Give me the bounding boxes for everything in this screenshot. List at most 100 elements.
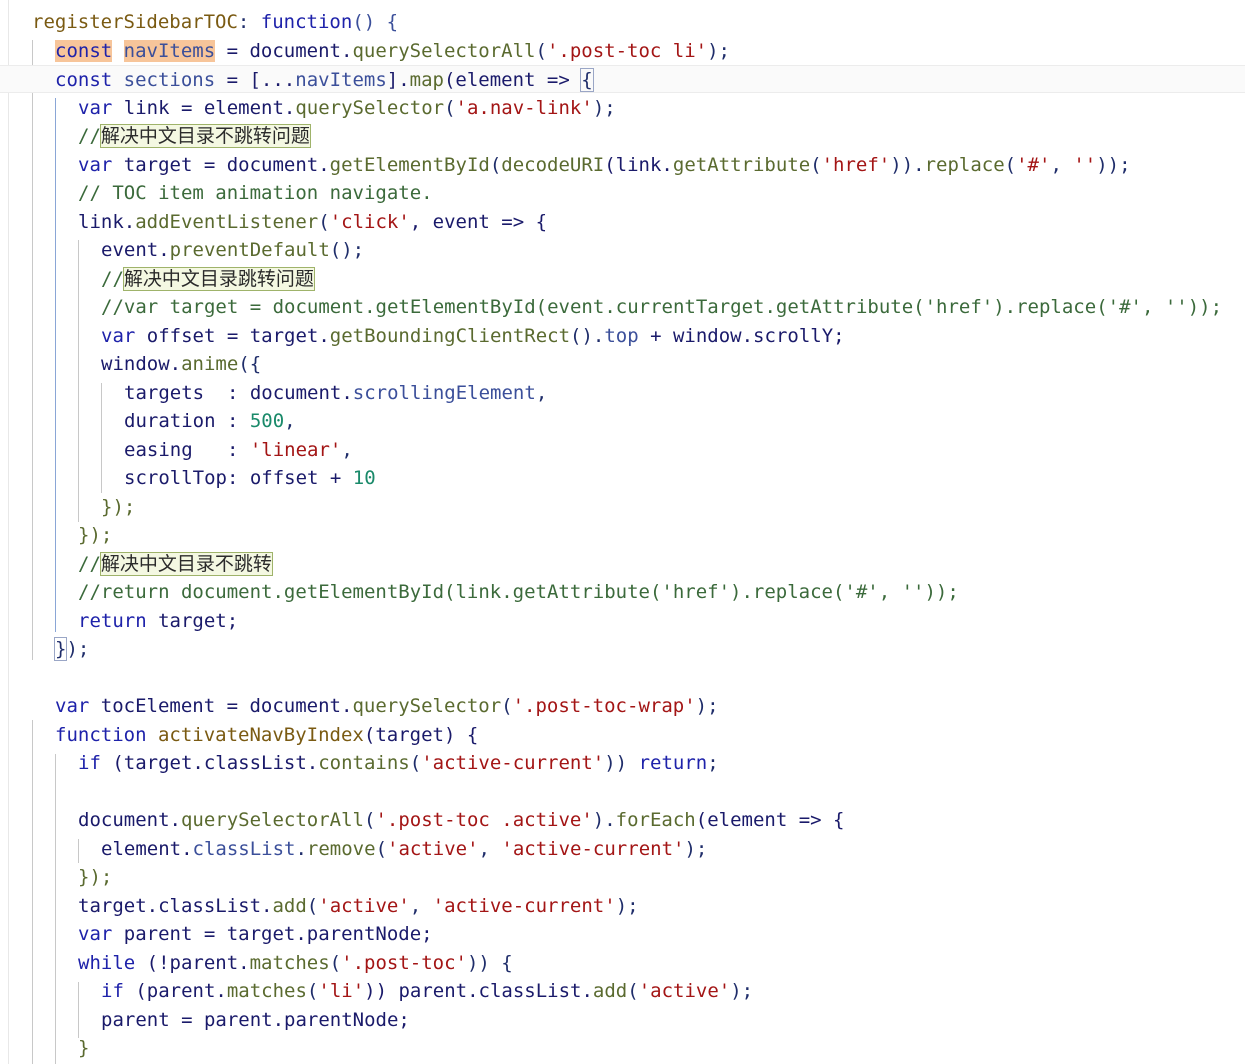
code-token: function [260,11,353,33]
code-token: 'active' [318,895,410,917]
code-line[interactable]: var tocElement = document.querySelector(… [0,692,1245,720]
code-token: duration : [124,410,250,432]
code-token: ); [592,97,616,119]
code-line[interactable]: duration : 500, [0,407,1245,435]
code-token: ( [1004,154,1017,176]
code-line[interactable]: while (!parent.matches('.post-toc')) { [0,949,1245,977]
code-token: }); [78,866,113,888]
code-line[interactable]: var parent = target.parentNode; [0,920,1245,948]
code-token: querySelector [352,695,502,717]
code-token: offset = target. [135,325,330,347]
code-line[interactable]: event.preventDefault(); [0,236,1245,264]
code-token: '.post-toc-wrap' [512,695,696,717]
code-line[interactable]: registerSidebarTOC: function() { [0,8,1245,36]
code-token: ( [489,154,502,176]
code-token: window. [101,353,182,375]
code-token: '' [1073,154,1097,176]
code-line[interactable]: //解决中文目录跳转问题 [0,265,1245,293]
code-line[interactable]: return target; [0,607,1245,635]
code-token: (target) { [363,724,479,746]
code-token: ( [363,809,376,831]
code-line[interactable]: document.querySelectorAll('.post-toc .ac… [0,806,1245,834]
code-line[interactable]: // TOC item animation navigate. [0,179,1245,207]
code-line[interactable]: targets : document.scrollingElement, [0,379,1245,407]
code-token: ( [535,40,547,62]
code-token: target; [146,610,239,632]
code-token: navItems [295,69,387,91]
code-token: (element => [443,69,582,91]
code-token: querySelectorAll [352,40,536,62]
code-token: , [341,439,353,461]
code-line[interactable]: function activateNavByIndex(target) { [0,721,1245,749]
code-token: var [78,923,113,945]
code-token: + window.scrollY; [638,325,845,347]
code-token: ( [318,211,330,233]
code-line[interactable]: }); [0,493,1245,521]
comment-highlight: 解决中文目录跳转问题 [122,267,315,291]
code-line[interactable]: scrollTop: offset + 10 [0,464,1245,492]
code-line[interactable]: var link = element.querySelector('a.nav-… [0,94,1245,122]
code-token: querySelector [295,97,445,119]
code-line[interactable]: var target = document.getElementById(dec… [0,151,1245,179]
code-token: sections [123,69,216,91]
code-token: contains [318,752,410,774]
code-token: : [237,11,261,33]
code-token: ( [306,895,319,917]
code-token: ); [695,695,719,717]
code-token: link. [78,211,136,233]
code-line[interactable]: var offset = target.getBoundingClientRec… [0,322,1245,350]
matched-brace: } [53,637,68,661]
code-comment: // TOC item animation navigate. [78,182,433,204]
code-token: (parent. [123,980,227,1002]
code-token: (element => { [695,809,845,831]
code-line[interactable]: }); [0,521,1245,549]
code-line[interactable]: link.addEventListener('click', event => … [0,208,1245,236]
code-token: add [592,980,628,1002]
code-token: getElementById [329,154,490,176]
code-line[interactable]: easing : 'linear', [0,436,1245,464]
code-line[interactable]: if (parent.matches('li')) parent.classLi… [0,977,1245,1005]
code-token: ; [707,752,719,774]
code-line[interactable]: const navItems = document.querySelectorA… [0,37,1245,65]
code-line[interactable]: element.classList.remove('active', 'acti… [0,835,1245,863]
code-token: 10 [352,467,376,489]
code-line[interactable]: //解决中文目录不跳转 [0,550,1245,578]
code-token: function [55,724,147,746]
code-token: , [478,838,502,860]
code-line[interactable]: }); [0,635,1245,663]
matched-brace: { [580,68,594,92]
code-token: var [55,695,90,717]
code-token: preventDefault [169,239,330,261]
code-token: 'click' [329,211,410,233]
code-line[interactable]: } [0,1034,1245,1062]
code-editor[interactable]: registerSidebarTOC: function() { const n… [0,0,1245,1064]
code-token: if [78,752,101,774]
code-token: , event => { [409,211,548,233]
code-line[interactable]: window.anime({ [0,350,1245,378]
code-line-current[interactable]: const sections = [...navItems].map(eleme… [0,65,1245,93]
code-line[interactable]: //var target = document.getElementById(e… [0,293,1245,321]
code-token: matches [226,980,307,1002]
code-comment: //return document.getElementById(link.ge… [78,581,959,603]
code-line[interactable]: //return document.getElementById(link.ge… [0,578,1245,606]
code-token: remove [306,838,376,860]
code-line[interactable]: }); [0,863,1245,891]
code-token: replace [924,154,1005,176]
code-token: easing : [124,439,250,461]
code-token: var [78,97,113,119]
code-token: ); [730,980,754,1002]
code-token: = [... [215,69,296,91]
code-line[interactable]: target.classList.add('active', 'active-c… [0,892,1245,920]
code-token: 'active-current' [432,895,616,917]
code-line[interactable]: if (target.classList.contains('active-cu… [0,749,1245,777]
code-token: return [78,610,147,632]
code-token: element. [101,838,193,860]
code-token: event. [101,239,170,261]
code-token: forEach [615,809,696,831]
code-line[interactable]: //解决中文目录不跳转问题 [0,122,1245,150]
code-token: )) { [466,952,513,974]
code-token: matches [249,952,330,974]
code-line[interactable]: parent = parent.parentNode; [0,1006,1245,1034]
